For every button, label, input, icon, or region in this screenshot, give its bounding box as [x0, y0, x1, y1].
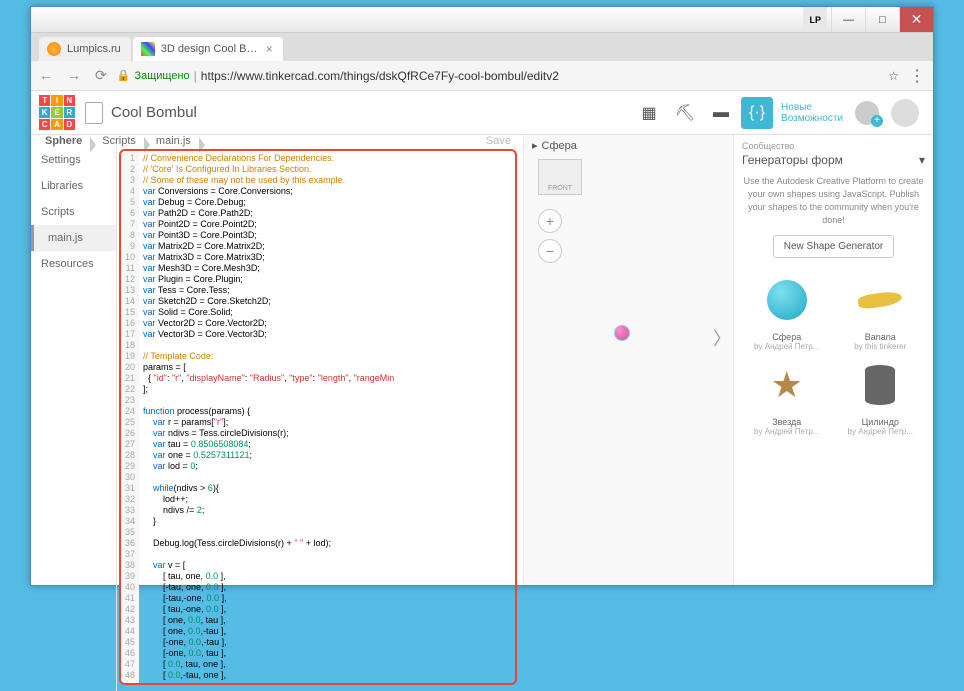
tab-close-icon[interactable]: × [266, 42, 273, 56]
codeblocks-tool-icon[interactable]: {·} [741, 97, 773, 129]
address-bar: ← → ⟳ 🔒 Защищено | https://www.tinkercad… [31, 61, 933, 91]
lock-icon: 🔒 [117, 69, 131, 82]
browser-tabs: Lumpics.ru 3D design Cool Bombul × [31, 33, 933, 61]
sidenav-resources[interactable]: Resources [31, 251, 116, 277]
crumb-sphere[interactable]: Sphere [39, 135, 96, 147]
viewport-header[interactable]: ▸ Сфера [532, 139, 577, 152]
code-text[interactable]: // Convenience Declarations For Dependen… [139, 151, 398, 683]
save-button[interactable]: Save [486, 135, 511, 147]
add-user-button[interactable] [855, 101, 879, 125]
crumb-scripts[interactable]: Scripts [96, 135, 150, 147]
secure-label: Защищено [134, 70, 189, 82]
browser-window: LP — □ ✕ Lumpics.ru 3D design Cool Bombu… [30, 6, 934, 586]
shapes-grid: Сфера by Андрей Петр... Banana by this t… [742, 270, 925, 436]
crumb-main[interactable]: main.js [150, 135, 205, 147]
app-toolbar: TINKERCAD Cool Bombul ▦ ⛏ ▬ {·} Новые Во… [31, 91, 933, 135]
back-button[interactable]: ← [39, 67, 53, 84]
editor-sidenav: Settings Libraries Scripts main.js Resou… [31, 147, 117, 691]
community-label: Сообщество [742, 141, 925, 151]
design-title[interactable]: Cool Bombul [111, 104, 631, 121]
zoom-in-button[interactable]: + [538, 209, 562, 233]
maximize-button[interactable]: □ [865, 7, 899, 32]
star-icon: ★ [769, 367, 805, 403]
chevron-down-icon: ▾ [919, 153, 925, 167]
nav-buttons: ← → ⟳ [39, 67, 107, 84]
sidenav-mainjs[interactable]: main.js [31, 225, 116, 251]
forward-button[interactable]: → [67, 67, 81, 84]
close-button[interactable]: ✕ [899, 7, 933, 32]
bookmark-icon[interactable]: ☆ [888, 69, 899, 83]
favicon-icon [141, 42, 155, 56]
tab-title: Lumpics.ru [67, 43, 121, 55]
editor-column: Sphere Scripts main.js Save Settings Lib… [31, 135, 523, 585]
shape-cylinder[interactable]: Цилиндр by Андрей Петр... [836, 355, 926, 436]
tinkercad-logo[interactable]: TINKERCAD [39, 95, 75, 131]
tab-lumpics[interactable]: Lumpics.ru [39, 37, 131, 61]
editor-body: Settings Libraries Scripts main.js Resou… [31, 147, 523, 691]
sphere-object[interactable] [614, 325, 630, 341]
tab-title: 3D design Cool Bombul [161, 43, 260, 55]
sidenav-settings[interactable]: Settings [31, 147, 116, 173]
new-generator-button[interactable]: New Shape Generator [773, 235, 895, 258]
shape-banana[interactable]: Banana by this tinkerer [836, 270, 926, 351]
brick-tool-icon[interactable]: ▬ [705, 97, 737, 129]
viewport-3d[interactable]: ▸ Сфера FRONT + − 〉 [523, 135, 733, 585]
panel-expand-icon[interactable]: 〉 [713, 325, 731, 351]
pickaxe-tool-icon[interactable]: ⛏ [669, 97, 701, 129]
sidenav-libraries[interactable]: Libraries [31, 173, 116, 199]
document-icon[interactable] [85, 102, 103, 124]
sphere-icon [767, 280, 807, 320]
code-editor[interactable]: 1234567891011121314151617181920212223242… [119, 149, 517, 685]
minimize-button[interactable]: — [831, 7, 865, 32]
sidenav-scripts[interactable]: Scripts [31, 199, 116, 225]
shape-sphere[interactable]: Сфера by Андрей Петр... [742, 270, 832, 351]
reload-button[interactable]: ⟳ [95, 67, 107, 84]
tab-tinkercad[interactable]: 3D design Cool Bombul × [133, 37, 283, 61]
menu-icon[interactable]: ⋮ [909, 66, 925, 86]
zoom-out-button[interactable]: − [538, 239, 562, 263]
chevron-right-icon: ▸ [532, 139, 538, 152]
content-area: Sphere Scripts main.js Save Settings Lib… [31, 135, 933, 585]
panel-header[interactable]: Генераторы форм ▾ [742, 153, 925, 167]
favicon-icon [47, 42, 61, 56]
shapes-panel: Сообщество Генераторы форм ▾ Use the Aut… [733, 135, 933, 585]
banana-icon [857, 290, 903, 310]
url-text: https://www.tinkercad.com/things/dskQfRC… [201, 69, 559, 83]
user-avatar[interactable] [891, 99, 919, 127]
breadcrumb: Sphere Scripts main.js Save [31, 135, 523, 147]
window-titlebar: LP — □ ✕ [31, 7, 933, 33]
url-field[interactable]: 🔒 Защищено | https://www.tinkercad.com/t… [117, 69, 879, 83]
shape-star[interactable]: ★ Звезда by Андрей Петр... [742, 355, 832, 436]
new-features-link[interactable]: Новые Возможности [781, 102, 843, 124]
lp-badge: LP [803, 7, 827, 32]
line-gutter: 1234567891011121314151617181920212223242… [121, 151, 139, 683]
viewcube[interactable]: FRONT [538, 159, 582, 195]
panel-description: Use the Autodesk Creative Platform to cr… [742, 175, 925, 227]
grid-tool-icon[interactable]: ▦ [633, 97, 665, 129]
cylinder-icon [865, 365, 895, 405]
